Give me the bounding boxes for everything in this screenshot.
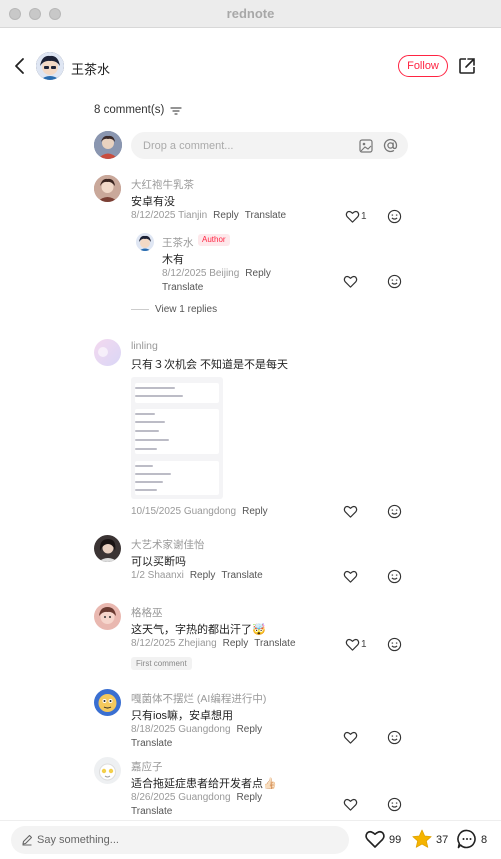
reply-button[interactable]: Reply — [245, 268, 271, 279]
back-icon[interactable] — [10, 56, 30, 76]
sort-icon[interactable] — [170, 106, 182, 116]
translate-button[interactable]: Translate — [245, 210, 286, 221]
comment-date: 8/26/2025 Guangdong — [131, 792, 231, 803]
translate-button[interactable]: Translate — [221, 570, 262, 581]
commenter-name[interactable]: 大红袍牛乳茶 — [131, 177, 194, 192]
emoji-icon[interactable] — [387, 504, 402, 519]
reply-button[interactable]: Reply — [237, 724, 263, 735]
comment-text: 安卓有没 — [131, 196, 175, 208]
commenter-name[interactable]: linling — [131, 340, 158, 352]
commenter-name[interactable]: 嘉应子 — [131, 759, 163, 774]
at-icon[interactable] — [383, 138, 398, 153]
emoji-icon[interactable] — [387, 209, 402, 224]
reply-button[interactable]: Reply — [242, 506, 268, 517]
like-count: 1 — [361, 639, 367, 650]
comment-meta: 8/26/2025 Guangdong Reply — [131, 792, 262, 803]
emoji-icon[interactable] — [387, 569, 402, 584]
commenter-name[interactable]: 嘎菌体不摆烂 (AI编程进行中) — [131, 691, 266, 706]
pen-icon — [22, 834, 33, 846]
emoji-icon[interactable] — [387, 274, 402, 289]
commenter-name[interactable]: 格格巫 — [131, 605, 163, 620]
commenter-avatar[interactable] — [94, 757, 121, 784]
comment-date: 10/15/2025 Guangdong — [131, 506, 237, 517]
heart-icon[interactable] — [343, 569, 358, 584]
note-header: 王茶水 Follow — [0, 28, 501, 104]
commenter-avatar[interactable] — [94, 689, 121, 716]
translate-button[interactable]: Translate — [254, 638, 295, 649]
reply-button[interactable]: Reply — [213, 210, 239, 221]
heart-icon[interactable] — [345, 209, 360, 224]
reply-text: 木有 — [162, 254, 184, 266]
comment-input[interactable]: Drop a comment... — [131, 132, 408, 159]
comment-meta: 1/2 Shaanxi Reply Translate — [131, 570, 263, 581]
heart-icon[interactable] — [343, 504, 358, 519]
translate-button[interactable]: Translate — [131, 738, 172, 749]
like-count: 1 — [361, 211, 367, 222]
say-something-input[interactable]: Say something... — [11, 826, 349, 854]
window-titlebar: rednote — [0, 0, 501, 28]
author-avatar[interactable] — [36, 52, 64, 80]
reply-button[interactable]: Reply — [223, 638, 249, 649]
view-replies-button[interactable]: View 1 replies — [131, 304, 217, 315]
comment-text: 适合拖延症患者给开发者点👍🏻 — [131, 778, 277, 790]
collects-count: 37 — [436, 834, 449, 846]
comment-image[interactable] — [131, 377, 223, 499]
view-replies-label: View 1 replies — [155, 304, 218, 315]
bottom-action-bar: Say something... 99 37 8 — [0, 820, 501, 859]
comment-date: 8/18/2025 Guangdong — [131, 724, 231, 735]
image-icon[interactable] — [359, 139, 373, 153]
comment-date: 8/12/2025 Zhejiang — [131, 638, 217, 649]
author-badge: Author — [198, 234, 230, 246]
follow-button[interactable]: Follow — [398, 55, 448, 77]
window-title: rednote — [226, 6, 275, 21]
comment-text: 只有ios嘛，安卓想用 — [131, 710, 234, 722]
commenter-name[interactable]: 大艺术家谢佳怡 — [131, 537, 205, 552]
likes-count: 99 — [389, 834, 402, 846]
comments-count: 8 — [481, 834, 488, 846]
say-something-placeholder: Say something... — [37, 834, 119, 846]
heart-icon[interactable] — [364, 828, 386, 850]
reply-button[interactable]: Reply — [237, 792, 263, 803]
comment-icon[interactable] — [456, 828, 478, 850]
heart-icon[interactable] — [343, 797, 358, 812]
commenter-avatar[interactable] — [94, 535, 121, 562]
reply-meta: 8/12/2025 Beijing Reply — [162, 268, 271, 279]
reply-date: 8/12/2025 Beijing — [162, 268, 240, 279]
emoji-icon[interactable] — [387, 730, 402, 745]
share-icon[interactable] — [457, 56, 477, 76]
emoji-icon[interactable] — [387, 797, 402, 812]
comment-meta: 8/12/2025 Tianjin Reply Translate — [131, 210, 286, 221]
comment-meta: 8/12/2025 Zhejiang Reply Translate — [131, 638, 296, 649]
first-comment-badge: First comment — [131, 657, 192, 670]
author-name[interactable]: 王茶水 — [71, 59, 110, 78]
reply-button[interactable]: Reply — [190, 570, 216, 581]
comment-text: 这天气，字热的都出汗了🤯 — [131, 624, 266, 636]
my-avatar — [94, 131, 122, 159]
comment-date: 1/2 Shaanxi — [131, 570, 184, 581]
translate-button[interactable]: Translate — [162, 282, 203, 293]
comment-text: 可以买断吗 — [131, 556, 186, 568]
emoji-icon[interactable] — [387, 637, 402, 652]
comment-date: 8/12/2025 Tianjin — [131, 210, 208, 221]
star-icon[interactable] — [411, 828, 433, 850]
heart-icon[interactable] — [343, 274, 358, 289]
reply-author-avatar[interactable] — [136, 233, 154, 251]
comment-meta: 10/15/2025 Guangdong Reply — [131, 506, 268, 517]
commenter-avatar[interactable] — [94, 603, 121, 630]
translate-button[interactable]: Translate — [131, 806, 172, 817]
comment-meta: 8/18/2025 Guangdong Reply — [131, 724, 262, 735]
comment-text: 只有３次机会 不知道是不是每天 — [131, 359, 289, 371]
commenter-avatar[interactable] — [94, 175, 121, 202]
reply-author-name[interactable]: 王茶水 — [162, 235, 194, 250]
comment-input-placeholder: Drop a comment... — [143, 140, 234, 152]
heart-icon[interactable] — [345, 637, 360, 652]
commenter-avatar[interactable] — [94, 339, 121, 366]
comment-count: 8 comment(s) — [94, 104, 165, 116]
heart-icon[interactable] — [343, 730, 358, 745]
